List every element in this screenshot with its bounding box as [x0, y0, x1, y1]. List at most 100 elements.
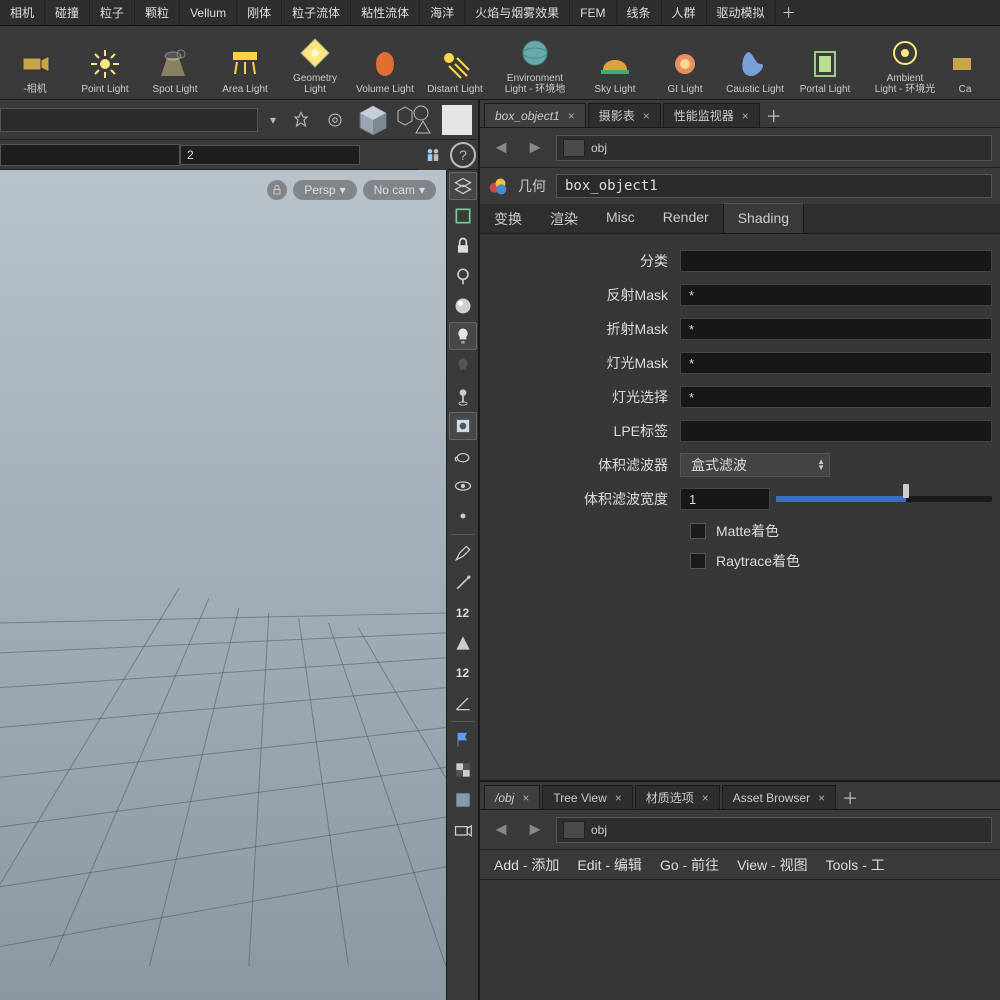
shelf-tool-camera[interactable]: -相机 — [0, 26, 70, 99]
vtool-layers-icon[interactable] — [449, 172, 477, 200]
menubar-item[interactable]: 相机 — [0, 0, 45, 25]
network-tab-material[interactable]: 材质选项× — [635, 785, 720, 809]
menubar-item[interactable]: 粒子 — [90, 0, 135, 25]
close-icon[interactable]: × — [568, 109, 575, 123]
shelf-tool-portallight[interactable]: Portal Light — [790, 26, 860, 99]
network-menu-go[interactable]: Go - 前往 — [660, 855, 719, 875]
close-icon[interactable]: × — [702, 791, 709, 805]
network-menu-view[interactable]: View - 视图 — [737, 855, 808, 875]
volwidth-slider[interactable] — [776, 488, 992, 510]
menubar-item[interactable]: 海洋 — [420, 0, 465, 25]
nav-back-icon[interactable]: ◄ — [488, 135, 514, 161]
white-square-icon[interactable] — [442, 105, 472, 135]
menubar-item[interactable]: 刚体 — [237, 0, 282, 25]
primitives-icon[interactable] — [396, 103, 434, 137]
add-tab-icon[interactable]: ＋ — [762, 103, 786, 127]
menubar-item[interactable]: 火焰与烟雾效果 — [465, 0, 570, 25]
vtool-frame-icon[interactable] — [449, 202, 477, 230]
target-icon[interactable] — [320, 105, 350, 135]
param-tab-transform[interactable]: 变换 — [480, 203, 536, 233]
vtool-lock-icon[interactable] — [449, 232, 477, 260]
lightsel-input[interactable]: * — [680, 386, 992, 408]
vtool-wand-icon[interactable] — [449, 569, 477, 597]
vtool-marker-icon[interactable] — [449, 262, 477, 290]
vtool-bulb-icon[interactable] — [449, 322, 477, 350]
param-tab-shading[interactable]: Shading — [723, 203, 804, 233]
nav-forward-icon[interactable]: ► — [522, 817, 548, 843]
vtool-number-a[interactable]: 12 — [449, 599, 477, 627]
person-pair-icon[interactable] — [418, 140, 448, 170]
shelf-tool-spotlight[interactable]: Spot Light — [140, 26, 210, 99]
lpe-input[interactable] — [680, 420, 992, 442]
shelf-tool-envlight[interactable]: Environment Light - 环境地 — [490, 26, 580, 99]
vtool-bulb-dark-icon[interactable] — [449, 352, 477, 380]
shelf-tool-geomlight[interactable]: Geometry Light — [280, 26, 350, 99]
volfilter-select[interactable]: 盒式滤波▲▼ — [680, 453, 830, 477]
vtool-sphere-icon[interactable] — [449, 292, 477, 320]
shelf-tool-skylight[interactable]: Sky Light — [580, 26, 650, 99]
vtool-ghost-icon[interactable] — [449, 412, 477, 440]
viewport-dropdown[interactable] — [0, 108, 258, 132]
network-tab-obj[interactable]: /obj× — [484, 785, 540, 809]
vtool-eye-icon[interactable] — [449, 472, 477, 500]
menubar-item[interactable]: 颗粒 — [135, 0, 180, 25]
shelf-tool-causticlight[interactable]: Caustic Light — [720, 26, 790, 99]
close-icon[interactable]: × — [522, 791, 529, 805]
reflectmask-input[interactable]: * — [680, 284, 992, 306]
shelf-tool-volumelight[interactable]: Volume Light — [350, 26, 420, 99]
lightmask-input[interactable]: * — [680, 352, 992, 374]
vtool-brush-icon[interactable] — [449, 539, 477, 567]
volwidth-input[interactable]: 1 — [680, 488, 770, 510]
empty-input-left[interactable] — [0, 144, 180, 166]
menubar-item[interactable]: Vellum — [180, 0, 237, 25]
path-input[interactable]: obj — [556, 135, 992, 161]
vtool-teapot-icon[interactable] — [449, 442, 477, 470]
menubar-item[interactable]: 驱动模拟 — [707, 0, 776, 25]
network-tab-treeview[interactable]: Tree View× — [542, 785, 632, 809]
persp-dropdown[interactable]: Persp▾ — [293, 180, 356, 200]
param-tab-misc[interactable]: Misc — [592, 203, 649, 233]
shelf-tool-distantlight[interactable]: Distant Light — [420, 26, 490, 99]
menubar-item[interactable]: 人群 — [662, 0, 707, 25]
vtool-camera-small-icon[interactable] — [449, 816, 477, 844]
pin-icon[interactable] — [286, 105, 316, 135]
menubar-item[interactable]: FEM — [570, 0, 616, 25]
close-icon[interactable]: × — [818, 791, 825, 805]
menubar-item[interactable]: 碰撞 — [45, 0, 90, 25]
vtool-flag-icon[interactable] — [449, 726, 477, 754]
vtool-dot-icon[interactable] — [449, 502, 477, 530]
close-icon[interactable]: × — [643, 109, 650, 123]
shelf-tool-extra[interactable]: Ca — [950, 26, 980, 99]
raytrace-checkbox[interactable] — [690, 553, 706, 569]
vtool-checker-icon[interactable] — [449, 756, 477, 784]
network-menu-add[interactable]: Add - 添加 — [494, 855, 559, 875]
vtool-number-b[interactable]: 12 — [449, 659, 477, 687]
menubar-add-icon[interactable]: ＋ — [776, 3, 802, 23]
vtool-pin-point-icon[interactable] — [449, 382, 477, 410]
menubar-item[interactable]: 粘性流体 — [351, 0, 420, 25]
node-name-input[interactable]: box_object1 — [556, 174, 992, 198]
add-tab-icon[interactable]: ＋ — [838, 785, 862, 809]
shelf-tool-gilight[interactable]: GI Light — [650, 26, 720, 99]
network-tab-assetbrowser[interactable]: Asset Browser× — [722, 785, 836, 809]
menubar-item[interactable]: 粒子流体 — [282, 0, 351, 25]
network-menu-edit[interactable]: Edit - 编辑 — [577, 855, 642, 875]
network-menu-tools[interactable]: Tools - 工 — [826, 855, 885, 875]
shelf-tool-arealight[interactable]: Area Light — [210, 26, 280, 99]
category-input[interactable] — [680, 250, 992, 272]
vtool-angle-icon[interactable] — [449, 689, 477, 717]
nav-forward-icon[interactable]: ► — [522, 135, 548, 161]
network-path-input[interactable]: obj — [556, 817, 992, 843]
help-icon[interactable]: ? — [450, 142, 476, 168]
numeric-input[interactable]: 2 — [180, 145, 360, 165]
matte-checkbox[interactable] — [690, 523, 706, 539]
shelf-tool-pointlight[interactable]: Point Light — [70, 26, 140, 99]
tab-dopesheet[interactable]: 摄影表× — [588, 103, 661, 127]
menubar-item[interactable]: 线条 — [617, 0, 662, 25]
vtool-gradient-icon[interactable] — [449, 786, 477, 814]
nav-back-icon[interactable]: ◄ — [488, 817, 514, 843]
refractmask-input[interactable]: * — [680, 318, 992, 340]
lock-icon[interactable] — [267, 180, 287, 200]
shelf-tool-ambientlight[interactable]: Ambient Light - 环境光 — [860, 26, 950, 99]
param-tab-render-cn[interactable]: 渲染 — [536, 203, 592, 233]
